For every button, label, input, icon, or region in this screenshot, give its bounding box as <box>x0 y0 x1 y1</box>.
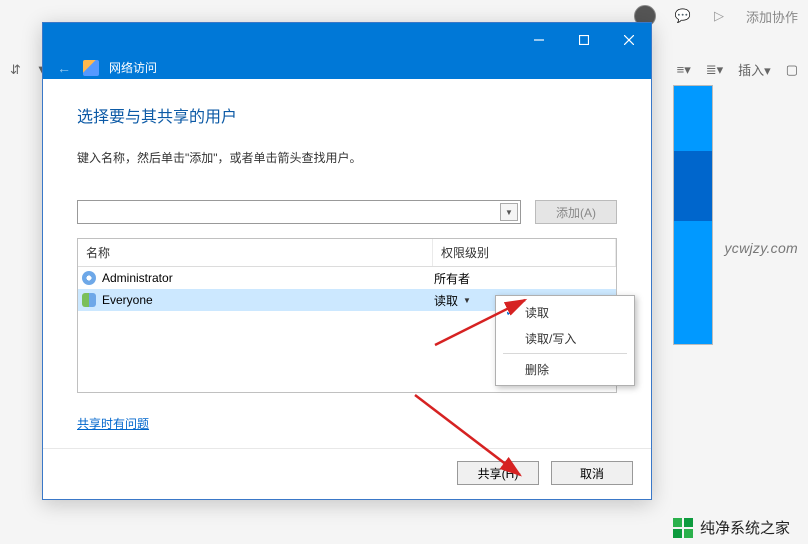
brand-logo-icon <box>673 518 693 538</box>
table-row[interactable]: Administrator 所有者 <box>78 267 616 289</box>
perm-option-remove[interactable]: 删除 <box>499 356 631 382</box>
minimize-button[interactable] <box>516 23 561 56</box>
permission-menu: ✓ 读取 读取/写入 删除 <box>495 295 635 386</box>
add-user-row: ▼ 添加(A) <box>77 200 617 224</box>
extra-icon[interactable]: ▢ <box>786 62 798 78</box>
network-share-icon <box>83 60 99 76</box>
group-icon <box>82 293 96 307</box>
instruction-text: 键入名称，然后单击"添加"，或者单击箭头查找用户。 <box>77 149 617 166</box>
watermark-text: ycwjzy.com <box>724 240 798 256</box>
footer-brand: 纯净系统之家 <box>673 517 790 538</box>
list-header: 名称 权限级别 <box>78 239 616 267</box>
row-name: Everyone <box>101 293 434 307</box>
titlebar <box>43 23 651 56</box>
perm-option-label: 读取/写入 <box>525 330 576 347</box>
perm-option-label: 读取 <box>525 304 549 321</box>
chevron-down-icon[interactable]: ▼ <box>500 203 518 221</box>
insert-menu[interactable]: 插入▾ <box>738 60 771 79</box>
perm-option-read[interactable]: ✓ 读取 <box>499 299 631 325</box>
dialog-button-row: 共享(H) 取消 <box>43 448 651 499</box>
cancel-button[interactable]: 取消 <box>551 461 633 485</box>
share-button[interactable]: 共享(H) <box>457 461 539 485</box>
user-list: 名称 权限级别 Administrator 所有者 Everyone 读取 ▼ <box>77 238 617 393</box>
sort-icon[interactable]: ⇵ <box>10 62 21 78</box>
close-button[interactable] <box>606 23 651 56</box>
perm-option-readwrite[interactable]: 读取/写入 <box>499 325 631 351</box>
dialog-content: 选择要与其共享的用户 键入名称，然后单击"添加"，或者单击箭头查找用户。 ▼ 添… <box>43 79 651 448</box>
back-icon[interactable]: ← <box>55 60 73 76</box>
trouble-sharing-link[interactable]: 共享时有问题 <box>77 415 617 432</box>
network-access-dialog: ← 网络访问 选择要与其共享的用户 键入名称，然后单击"添加"，或者单击箭头查找… <box>42 22 652 500</box>
wizard-header: ← 网络访问 <box>43 56 651 79</box>
perm-option-label: 删除 <box>525 361 549 378</box>
check-icon: ✓ <box>505 304 516 320</box>
col-name[interactable]: 名称 <box>78 239 433 266</box>
menu-separator <box>503 353 627 354</box>
bg-top-toolbar: 💬 ▷ 添加协作 <box>634 5 798 27</box>
add-button: 添加(A) <box>535 200 617 224</box>
page-heading: 选择要与其共享的用户 <box>77 103 617 127</box>
maximize-button[interactable] <box>561 23 606 56</box>
line-height-icon[interactable]: ≡▾ <box>677 62 691 78</box>
chat-icon[interactable]: 💬 <box>674 7 692 25</box>
dialog-title: 网络访问 <box>109 59 157 76</box>
list-icon[interactable]: ≣▾ <box>706 62 723 78</box>
col-permission[interactable]: 权限级别 <box>433 239 616 266</box>
row-permission: 所有者 <box>434 270 616 287</box>
bg-right-panel <box>673 85 713 345</box>
add-collab-button[interactable]: 添加协作 <box>746 7 798 26</box>
row-permission-label: 读取 <box>434 292 458 309</box>
user-icon <box>82 271 96 285</box>
brand-text: 纯净系统之家 <box>700 517 790 538</box>
chevron-down-icon: ▼ <box>463 296 471 305</box>
play-icon[interactable]: ▷ <box>710 7 728 25</box>
row-name: Administrator <box>101 271 434 285</box>
user-combobox[interactable]: ▼ <box>77 200 521 224</box>
